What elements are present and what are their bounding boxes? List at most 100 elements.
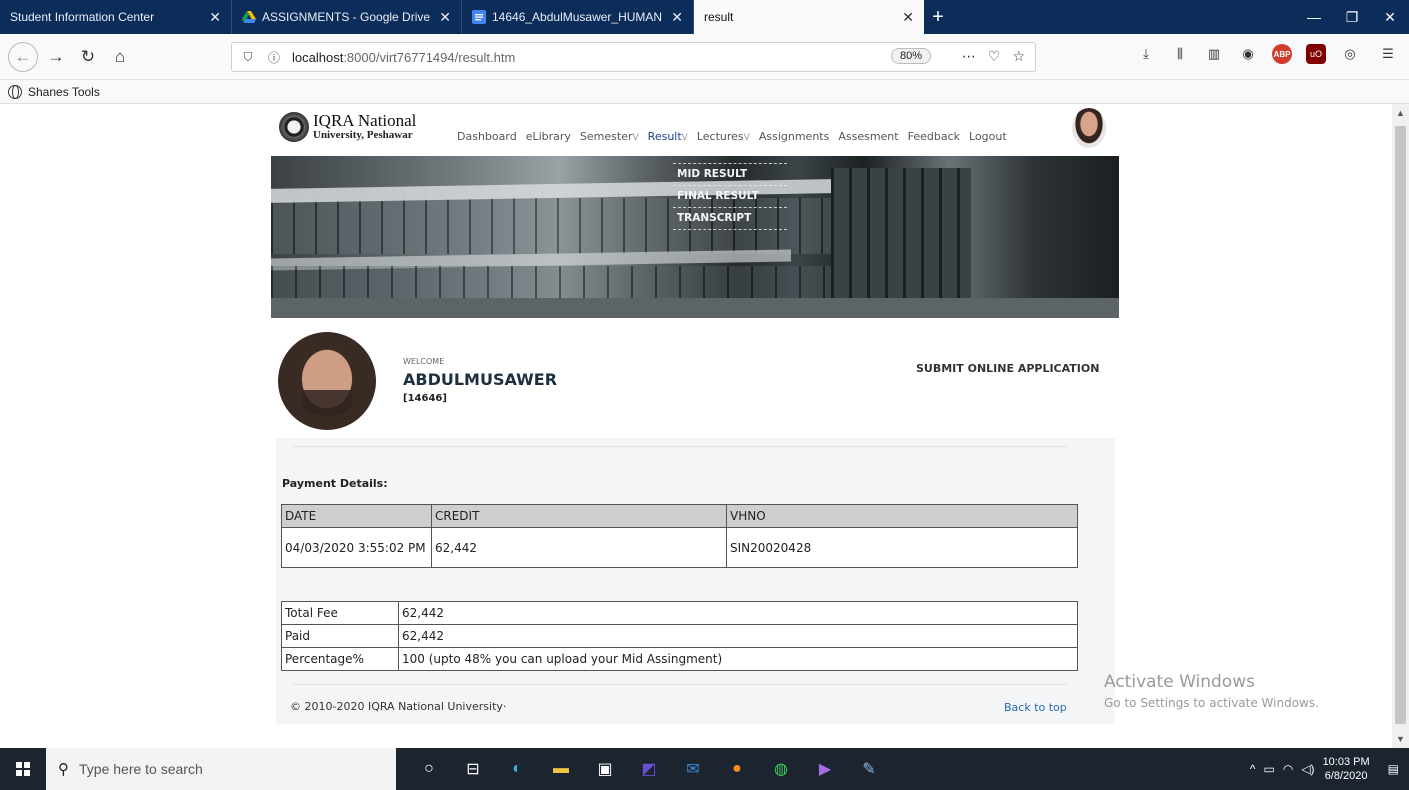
cortana-icon[interactable]: ○ [414, 754, 444, 784]
close-tab-icon[interactable]: ✕ [671, 9, 683, 26]
edge-icon[interactable]: ◐ [502, 754, 532, 784]
system-clock[interactable]: 10:03 PM 6/8/2020 [1323, 755, 1370, 783]
back-button[interactable]: ← [8, 41, 38, 72]
chevron-down-icon: V [681, 133, 688, 143]
tracking-shield-icon[interactable]: ⛉ [238, 50, 258, 65]
home-button[interactable]: ⌂ [106, 43, 134, 71]
wifi-icon[interactable]: ◠ [1283, 762, 1293, 776]
bookmark-shanes-tools[interactable]: Shanes Tools [8, 84, 100, 99]
browser-tab-strip: Student Information Center ✕ ASSIGNMENTS… [0, 0, 1409, 34]
notification-icon[interactable]: ▤ [1388, 762, 1399, 776]
row-value: 62,442 [398, 624, 1078, 648]
close-tab-icon[interactable]: ✕ [902, 9, 914, 26]
payment-panel: Payment Details: DATE CREDIT VHNO 04/03/… [276, 438, 1115, 724]
menu-item-transcript[interactable]: TRANSCRIPT [673, 208, 787, 228]
site-info-icon[interactable]: ⓘ [264, 49, 284, 66]
address-bar[interactable]: ⛉ ⓘ localhost:8000/virt76771494/result.h… [231, 42, 1036, 72]
library-icon[interactable]: ⫼ [1170, 44, 1190, 64]
cell-date: 04/03/2020 3:55:02 PM [281, 527, 432, 568]
adblock-plus-icon[interactable]: ABP [1272, 44, 1292, 64]
menu-separator [673, 156, 787, 164]
nav-dashboard[interactable]: Dashboard [457, 130, 517, 143]
tab-student-information-center[interactable]: Student Information Center ✕ [0, 0, 232, 34]
start-button[interactable] [0, 748, 46, 790]
zoom-level[interactable]: 80% [890, 48, 931, 64]
close-window-icon[interactable]: ✕ [1371, 9, 1409, 26]
reload-button[interactable]: ↻ [74, 43, 102, 71]
minimize-icon[interactable]: — [1295, 9, 1333, 25]
mail-icon[interactable]: ✉ [678, 754, 708, 784]
tab-google-drive[interactable]: ASSIGNMENTS - Google Drive ✕ [232, 0, 462, 34]
account-icon[interactable]: ◉ [1238, 44, 1258, 64]
nav-assignments[interactable]: Assignments [759, 130, 830, 143]
nav-assesment[interactable]: Assesment [838, 130, 898, 143]
restore-icon[interactable]: ❐ [1333, 9, 1371, 26]
nav-lectures[interactable]: LecturesV [697, 130, 750, 143]
firefox-icon[interactable]: ● [722, 754, 752, 784]
toolbar-extensions: ⤓ ⫼ ▥ ◉ ABP uO ◎ ☰ [1136, 44, 1398, 64]
scrollbar-thumb[interactable] [1395, 126, 1406, 724]
url-path: :8000/virt76771494/result.htm [343, 49, 516, 65]
menu-icon[interactable]: ☰ [1378, 44, 1398, 64]
tab-result[interactable]: result ✕ [694, 0, 924, 34]
column-header: DATE [281, 504, 432, 528]
banner-decoration [271, 298, 1119, 318]
bookmark-star-icon[interactable]: ☆ [1012, 48, 1025, 65]
scroll-down-icon[interactable]: ▼ [1396, 734, 1405, 744]
url-actions: ⋯ ♡ ☆ [962, 48, 1025, 65]
ublock-icon[interactable]: uO [1306, 44, 1326, 64]
nav-result[interactable]: ResultV [648, 130, 688, 143]
nav-logout[interactable]: Logout [969, 130, 1007, 143]
taskbar-search-box[interactable]: ⚲ Type here to search [46, 748, 396, 790]
university-logo[interactable]: IQRA National University, Peshawar [279, 112, 416, 142]
tab-google-doc[interactable]: 14646_AbdulMusawer_HUMAN ✕ [462, 0, 694, 34]
task-view-icon[interactable]: ⊟ [458, 754, 488, 784]
paint-icon[interactable]: ✎ [854, 754, 884, 784]
page-scrollbar[interactable]: ▲ ▼ [1392, 104, 1409, 748]
url-text[interactable]: localhost:8000/virt76771494/result.htm [292, 50, 515, 65]
extension-icon[interactable]: ◎ [1340, 44, 1360, 64]
activate-windows-watermark: Activate Windows Go to Settings to activ… [1104, 672, 1319, 710]
page-viewport: IQRA National University, Peshawar Dashb… [0, 104, 1409, 748]
whatsapp-icon[interactable]: ◍ [766, 754, 796, 784]
result-dropdown-menu: MID RESULT FINAL RESULT TRANSCRIPT [673, 156, 787, 230]
table-row: Percentage% 100 (upto 48% you can upload… [281, 647, 1078, 671]
table-row: Total Fee 62,442 [281, 601, 1078, 625]
app-icon[interactable]: ◩ [634, 754, 664, 784]
divider [292, 684, 1068, 685]
scroll-up-icon[interactable]: ▲ [1396, 108, 1405, 118]
new-tab-button[interactable]: + [924, 0, 952, 34]
chevron-up-icon[interactable]: ^ [1250, 762, 1256, 776]
user-avatar[interactable] [1072, 108, 1106, 148]
site-header: IQRA National University, Peshawar Dashb… [271, 104, 1119, 156]
close-tab-icon[interactable]: ✕ [209, 9, 221, 26]
visual-studio-icon[interactable]: ▶ [810, 754, 840, 784]
nav-feedback[interactable]: Feedback [908, 130, 960, 143]
row-label: Percentage% [281, 647, 399, 671]
row-label: Paid [281, 624, 399, 648]
nav-elibrary[interactable]: eLibrary [526, 130, 571, 143]
volume-icon[interactable]: ◁) [1301, 762, 1314, 776]
page-actions-icon[interactable]: ⋯ [962, 48, 976, 65]
download-icon[interactable]: ⤓ [1136, 44, 1156, 64]
menu-item-final-result[interactable]: FINAL RESULT [673, 186, 787, 206]
store-icon[interactable]: ▣ [590, 754, 620, 784]
windows-logo-icon [16, 762, 30, 776]
sidebar-icon[interactable]: ▥ [1204, 44, 1224, 64]
back-to-top-link[interactable]: Back to top [1004, 701, 1067, 714]
menu-separator [673, 206, 787, 208]
close-tab-icon[interactable]: ✕ [439, 9, 451, 26]
nav-semester[interactable]: SemesterV [580, 130, 639, 143]
pocket-icon[interactable]: ♡ [988, 48, 1001, 65]
bookmark-label: Shanes Tools [28, 84, 100, 99]
submit-online-application-link[interactable]: SUBMIT ONLINE APPLICATION [916, 362, 1099, 375]
menu-item-mid-result[interactable]: MID RESULT [673, 164, 787, 184]
battery-icon[interactable]: ▭ [1264, 762, 1275, 776]
file-explorer-icon[interactable]: ▬ [546, 754, 576, 784]
nav-label: Assignments [758, 130, 830, 143]
forward-button[interactable]: → [42, 43, 70, 71]
campus-banner-image: MID RESULT FINAL RESULT TRANSCRIPT [271, 156, 1119, 318]
chevron-down-icon: V [632, 133, 639, 143]
window-controls: — ❐ ✕ [1295, 0, 1409, 34]
nav-label: Dashboard [457, 130, 517, 143]
